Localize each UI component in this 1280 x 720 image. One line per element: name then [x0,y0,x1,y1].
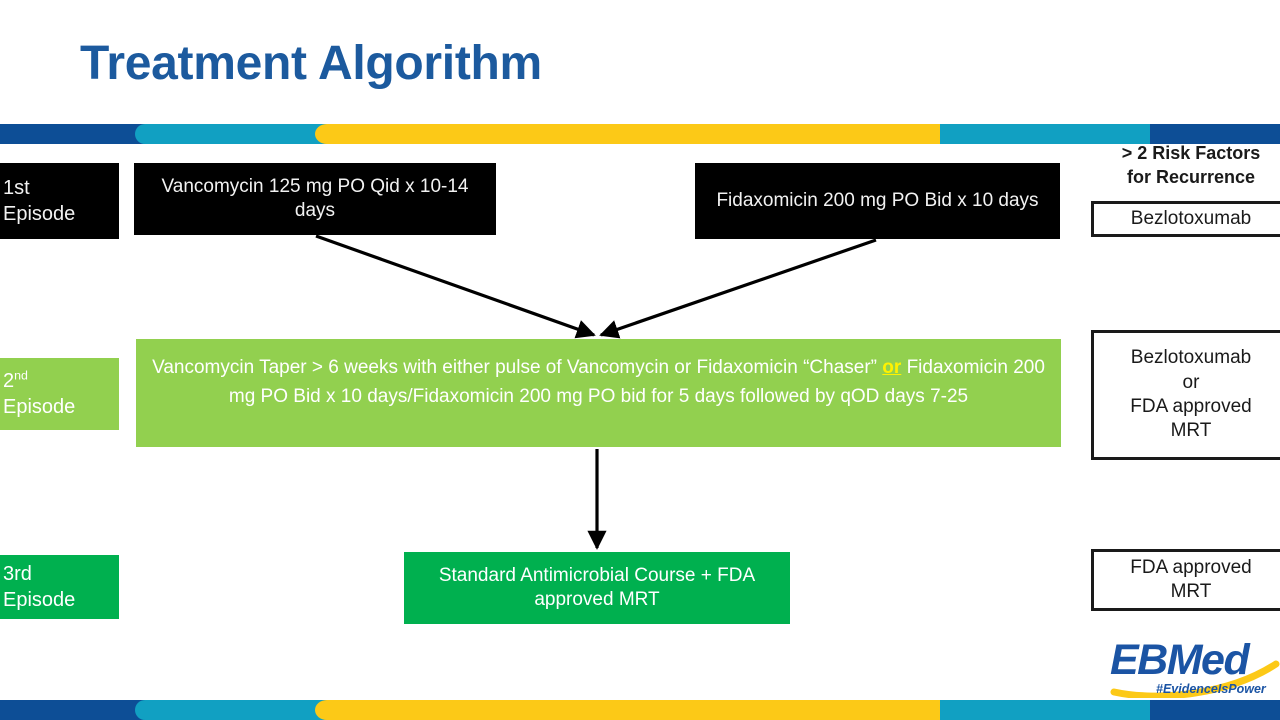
arrow-vancomycin-to-taper [315,234,596,339]
treatment-box-fidaxomicin-first-episode: Fidaxomicin 200 mg PO Bid x 10 days [695,163,1060,239]
bar-segment-yellow [315,124,1005,144]
bar-segment-navy-right-bottom [1150,700,1280,720]
top-decorative-bar [0,124,1280,144]
taper-text-or-highlight: or [882,357,902,378]
risk-option-first-episode: Bezlotoxumab [1091,201,1280,237]
arrow-fidaxomicin-to-taper [599,238,877,339]
treatment-box-vancomycin-taper-second-episode: Vancomycin Taper > 6 weeks with either p… [136,339,1061,447]
risk-factor-header-line2: for Recurrence [1126,166,1256,187]
episode-label-first: 1st Episode [0,163,119,239]
episode-label-second-number: 2 [3,369,15,392]
episode-label-first-line1: 1st [3,176,30,199]
risk-option-third-episode: FDA approved MRT [1091,549,1280,611]
risk-factor-column-header: > 2 Risk Factors for Recurrence [1091,142,1280,190]
episode-label-third-line1: 3rd [3,562,32,585]
page-title: Treatment Algorithm [80,37,542,90]
bottom-decorative-bar [0,700,1280,720]
risk-factor-header-line1: > 2 Risk Factors [1121,143,1261,163]
episode-label-second-ordinal: nd [14,367,28,382]
episode-label-second-line2: Episode [3,396,76,418]
episode-label-second: 2nd Episode [0,358,119,430]
logo-tagline: #EvidenceIsPower [1156,682,1266,696]
treatment-box-vancomycin-first-episode: Vancomycin 125 mg PO Qid x 10-14 days [134,163,496,235]
episode-label-third-line2: Episode [3,589,76,611]
taper-text-part1: Vancomycin Taper > 6 weeks with either p… [152,357,883,378]
logo-wordmark: EBMed [1110,636,1250,684]
risk-option-second-episode: Bezlotoxumab or FDA approved MRT [1091,330,1280,460]
episode-label-first-line2: Episode [3,203,76,225]
episode-label-third: 3rd Episode [0,555,119,619]
bar-segment-navy-right [1150,124,1280,144]
bar-segment-yellow-bottom [315,700,1005,720]
treatment-box-standard-antimicrobial-third-episode: Standard Antimicrobial Course + FDA appr… [404,552,790,624]
ebmed-logo: EBMed #EvidenceIsPower [1110,636,1280,704]
